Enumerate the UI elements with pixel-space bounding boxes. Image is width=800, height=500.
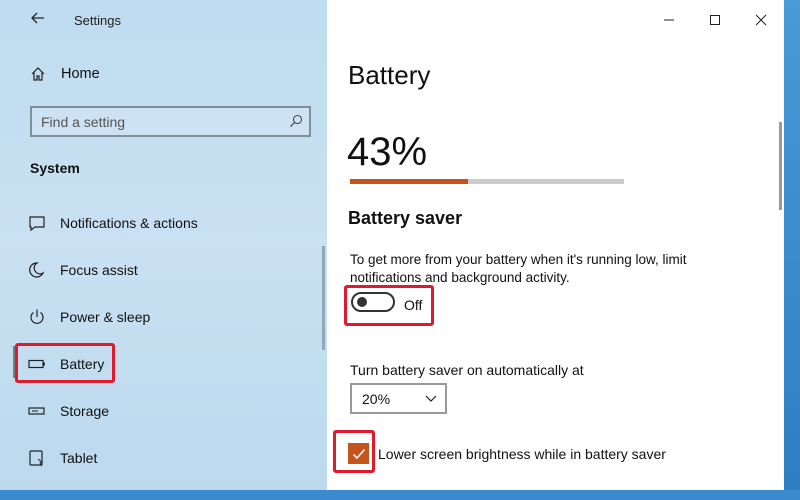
power-icon	[30, 309, 44, 324]
section-heading: System	[30, 160, 80, 176]
tablet-icon	[29, 450, 43, 467]
minimize-icon	[664, 19, 674, 21]
sidebar: Settings Home System Notifications & act…	[0, 0, 327, 490]
sidebar-item-label: Power & sleep	[60, 309, 151, 325]
maximize-icon	[710, 15, 720, 25]
sidebar-scrollbar[interactable]	[322, 246, 325, 350]
sidebar-item-label: Focus assist	[60, 262, 138, 278]
maximize-button[interactable]	[692, 0, 738, 40]
highlight-box	[15, 343, 115, 383]
page-title: Battery	[348, 60, 431, 90]
sidebar-item-label: Notifications & actions	[60, 215, 198, 231]
sidebar-item-power-sleep[interactable]: Power & sleep	[0, 297, 327, 337]
sidebar-item-label: Storage	[60, 403, 110, 419]
search-icon[interactable]	[289, 114, 303, 128]
search-box[interactable]	[30, 106, 311, 137]
battery-percentage: 43%	[347, 130, 428, 174]
sidebar-item-label: Tablet	[60, 450, 98, 466]
highlight-box	[344, 285, 434, 326]
auto-threshold-label: Turn battery saver on automatically at	[350, 362, 584, 378]
notification-icon	[29, 216, 45, 232]
home-link[interactable]: Home	[30, 66, 100, 82]
storage-icon	[28, 407, 45, 415]
battery-level-bar	[350, 179, 624, 184]
main-content: Battery 43% Battery saver To get more fr…	[327, 0, 784, 490]
highlight-box	[333, 430, 375, 473]
sidebar-item-focus-assist[interactable]: Focus assist	[0, 250, 327, 290]
home-icon	[31, 67, 45, 81]
window-title: Settings	[74, 13, 121, 28]
home-label: Home	[61, 66, 100, 82]
desktop-strip	[0, 490, 800, 500]
back-arrow-icon[interactable]	[30, 10, 46, 26]
dropdown-value: 20%	[362, 391, 391, 407]
sidebar-item-tablet[interactable]: Tablet	[0, 438, 327, 478]
moon-icon	[29, 262, 45, 278]
content-scrollbar[interactable]	[779, 122, 782, 210]
chevron-down-icon	[425, 395, 437, 402]
close-button[interactable]	[738, 0, 784, 40]
auto-threshold-dropdown[interactable]: 20%	[350, 383, 447, 414]
window-controls	[646, 0, 784, 40]
close-icon	[755, 14, 767, 26]
title-bar: Settings	[0, 0, 327, 40]
battery-saver-description: To get more from your battery when it's …	[350, 252, 687, 285]
search-input[interactable]	[32, 108, 277, 135]
sidebar-item-storage[interactable]: Storage	[0, 391, 327, 431]
sidebar-item-notifications[interactable]: Notifications & actions	[0, 203, 327, 243]
lower-brightness-label: Lower screen brightness while in battery…	[378, 446, 666, 462]
battery-level-fill	[350, 179, 468, 184]
battery-saver-heading: Battery saver	[348, 208, 463, 228]
minimize-button[interactable]	[646, 0, 692, 40]
